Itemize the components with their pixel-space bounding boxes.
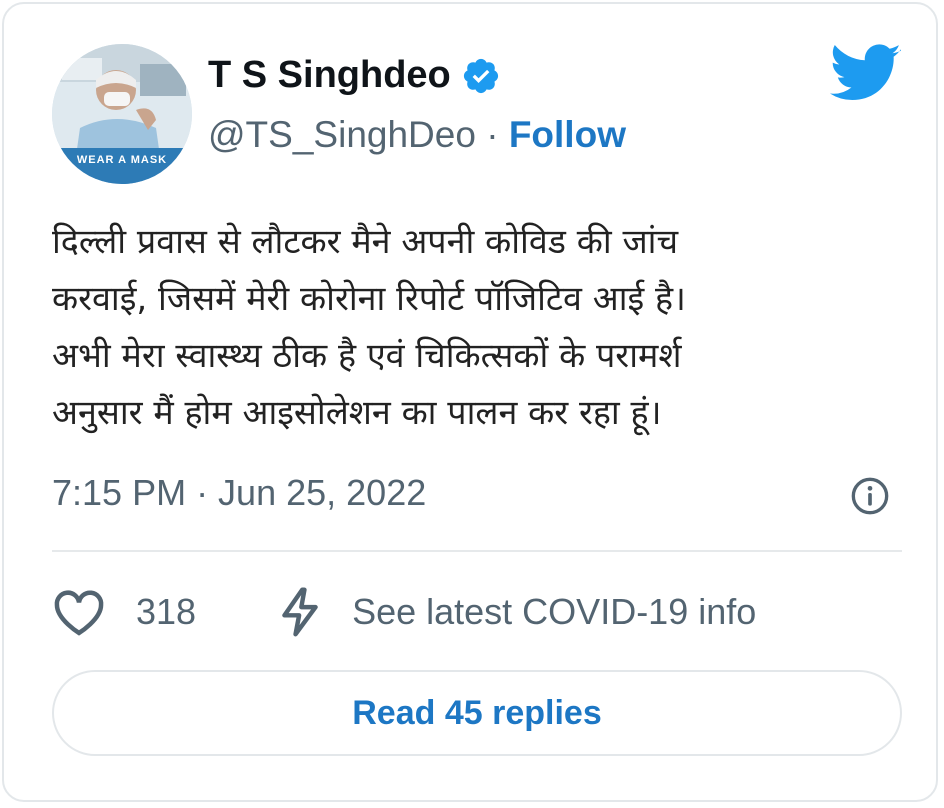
like-count: 318 — [136, 591, 197, 632]
tweet-actions: 318 See latest COVID-19 info — [52, 584, 912, 640]
covid-info-label: See latest COVID-19 info — [352, 591, 757, 632]
avatar[interactable]: WEAR A MASK — [52, 44, 192, 184]
follow-button[interactable]: Follow — [509, 114, 626, 155]
tweet-text: दिल्ली प्रवास से लौटकर मैने अपनी कोविड क… — [52, 222, 686, 433]
covid-info-link[interactable]: See latest COVID-19 info — [280, 585, 756, 639]
info-icon[interactable] — [850, 476, 890, 516]
like-button[interactable]: 318 — [52, 587, 196, 637]
read-replies-button[interactable]: Read 45 replies — [52, 670, 902, 756]
verified-badge-icon — [463, 58, 498, 93]
tweet-timestamp[interactable]: 7:15 PM · Jun 25, 2022 — [52, 472, 426, 514]
avatar-caption: WEAR A MASK — [76, 154, 168, 166]
handle-row: @TS_SinghDeo · Follow — [208, 114, 626, 156]
author-name[interactable]: T S Singhdeo — [208, 54, 451, 97]
lightning-icon — [282, 587, 318, 637]
heart-icon — [54, 590, 104, 636]
separator-dot: · — [486, 114, 499, 155]
tweet-card: WEAR A MASK T S Singhdeo @TS_SinghDeo · … — [2, 2, 938, 802]
author-handle[interactable]: @TS_SinghDeo — [208, 114, 476, 155]
author-name-row[interactable]: T S Singhdeo — [208, 54, 501, 97]
twitter-bird-icon[interactable] — [830, 44, 902, 104]
divider — [52, 550, 902, 552]
